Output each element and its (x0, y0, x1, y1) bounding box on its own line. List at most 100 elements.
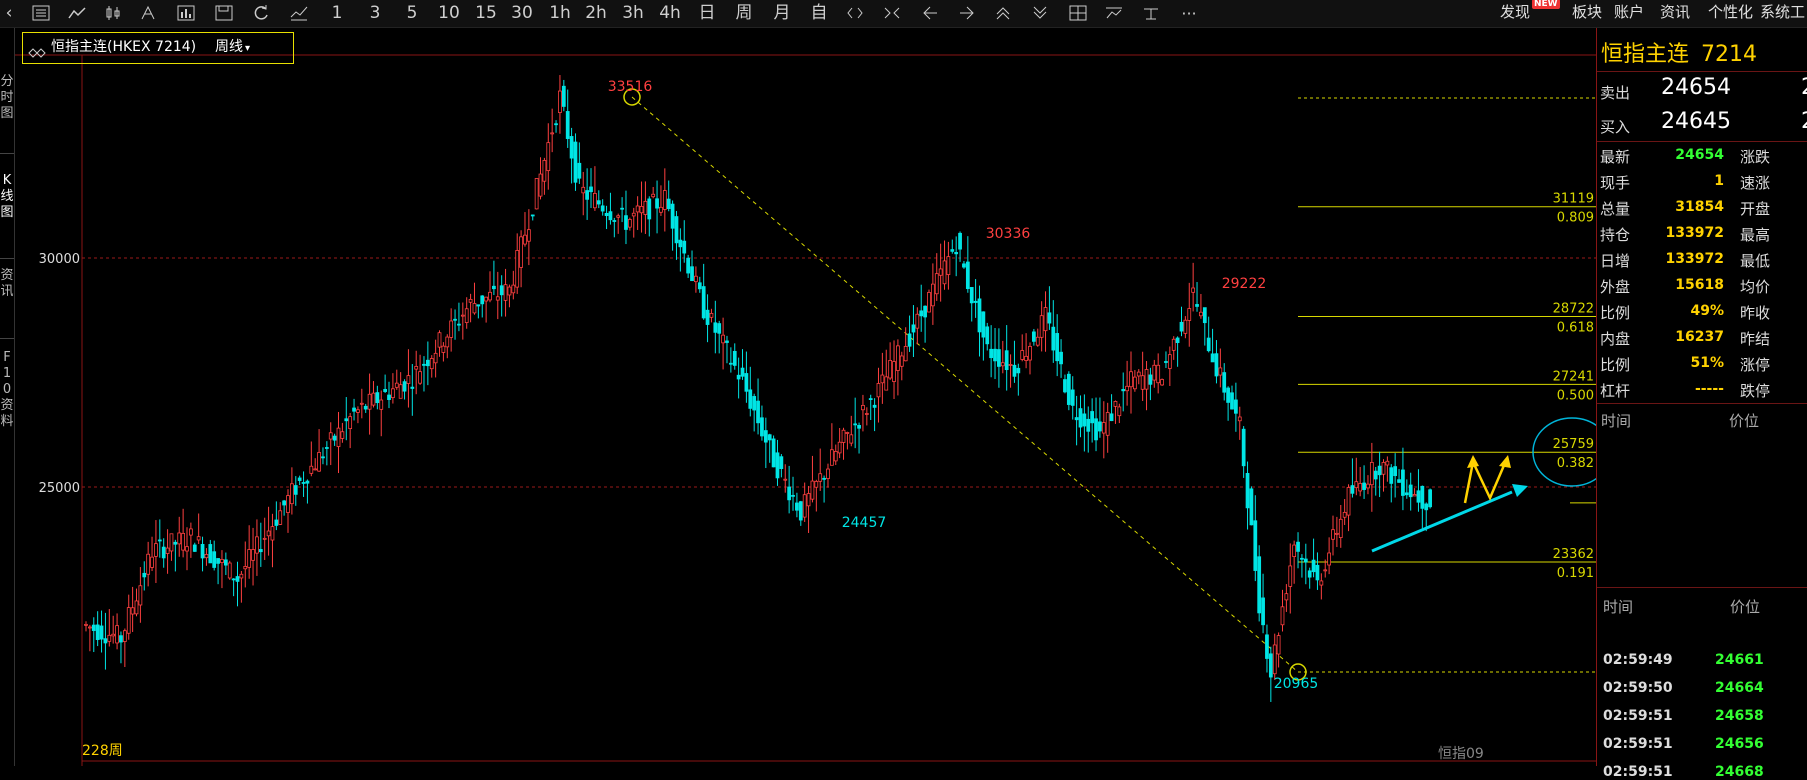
period-3[interactable]: 3 (365, 0, 385, 27)
candle-body (391, 388, 395, 399)
candle-body (130, 607, 135, 615)
candle-body (1420, 485, 1425, 509)
line-chart-icon[interactable] (68, 5, 86, 21)
layout-icon[interactable] (1069, 5, 1087, 21)
candle-body (99, 625, 104, 640)
candle-body (1350, 485, 1355, 494)
chart-title-box[interactable]: 恒指主连(HKEX 7214) 周线 ▾ (22, 32, 294, 64)
expand-icon[interactable] (846, 5, 864, 21)
period-month[interactable]: 月 (771, 0, 793, 27)
candle-body (542, 160, 547, 182)
candle-icon[interactable] (104, 5, 122, 21)
candle-body (810, 480, 815, 500)
menu-news[interactable]: 资讯 (1660, 0, 1690, 27)
period-selector[interactable]: 周线 ▾ (215, 33, 250, 63)
candle-body (771, 438, 776, 468)
period-1h[interactable]: 1h (547, 0, 573, 27)
scroll-left-icon[interactable] (921, 5, 939, 21)
candle-body (678, 239, 683, 248)
zoom-in-icon[interactable] (994, 5, 1012, 21)
candle-body (422, 363, 426, 366)
kline-chart-area[interactable]: 30000 25000 31119 0.809 28722 0.618 27241 0.5… (15, 28, 1600, 766)
left-tab-bar: 分时图 K线图 资讯 F10资料 (0, 28, 15, 766)
candle-body (1148, 374, 1153, 385)
period-2h[interactable]: 2h (583, 0, 609, 27)
candle-body (371, 392, 376, 406)
candle-body (876, 383, 881, 398)
back-arrow-icon[interactable]: ‹ (2, 0, 16, 27)
shrink-icon[interactable] (883, 5, 901, 21)
menu-personalize[interactable]: 个性化 (1708, 0, 1753, 27)
watermark-label: 恒指09 (1438, 746, 1484, 762)
period-custom[interactable]: 自 (808, 0, 830, 27)
bid-label: 买入 (1600, 118, 1631, 136)
period-30[interactable]: 30 (509, 0, 535, 27)
candle-body (616, 215, 621, 218)
indicator-icon[interactable] (177, 5, 195, 21)
list-icon[interactable] (32, 5, 50, 21)
tab-news[interactable]: 资讯 (0, 268, 14, 300)
candle-body (394, 382, 399, 388)
tab-divider (0, 258, 14, 259)
menu-sector[interactable]: 板块 (1572, 0, 1602, 27)
candle-body (515, 250, 520, 288)
drawing-tools-icon[interactable] (1105, 5, 1123, 21)
more-icon[interactable]: ··· (1178, 0, 1200, 27)
candle-body (460, 314, 465, 317)
candle-body (841, 429, 846, 443)
candle-body (363, 405, 368, 410)
candle-body (802, 494, 807, 518)
candle-body (1206, 337, 1211, 352)
refresh-icon[interactable] (252, 5, 270, 21)
ask-volume: 2 (1801, 75, 1807, 100)
period-1[interactable]: 1 (327, 0, 347, 27)
tick-price: 24664 (1715, 680, 1764, 696)
menu-discover[interactable]: 发现 (1500, 0, 1530, 27)
kline-chart[interactable]: 30000 25000 31119 0.809 28722 0.618 27241 0.5… (15, 28, 1600, 766)
candle-body (888, 360, 893, 379)
menu-system[interactable]: 系统工 (1760, 0, 1807, 27)
tick-time: 02:59:51 (1603, 736, 1673, 752)
draw-icon[interactable] (140, 5, 158, 21)
fib-ratio-label: 0.382 (1557, 456, 1594, 471)
period-10[interactable]: 10 (436, 0, 462, 27)
candle-body (1331, 529, 1335, 540)
candle-body (317, 452, 321, 472)
tick-time: 02:59:50 (1603, 680, 1673, 696)
candle-body (736, 374, 741, 380)
tab-f10[interactable]: F10资料 (0, 350, 14, 430)
candle-body (919, 310, 924, 317)
tab-kline[interactable]: K线图 (0, 173, 14, 221)
candle-body (359, 402, 364, 405)
period-15[interactable]: 15 (473, 0, 499, 27)
candle-body (1028, 345, 1032, 361)
candle-body (1307, 570, 1312, 578)
quote-row: 持仓 133972 最高 (1597, 220, 1807, 246)
period-5[interactable]: 5 (402, 0, 422, 27)
zoom-out-icon[interactable] (1031, 5, 1049, 21)
candle-body (818, 473, 823, 482)
tab-kline-label: K线图 (0, 173, 14, 220)
candle-body (488, 291, 492, 301)
period-week[interactable]: 周 (733, 0, 755, 27)
scroll-right-icon[interactable] (958, 5, 976, 21)
period-4h[interactable]: 4h (657, 0, 683, 27)
tab-timeshare[interactable]: 分时图 (0, 74, 14, 122)
candle-body (647, 198, 652, 220)
trend-icon[interactable] (290, 5, 308, 21)
candle-body (701, 286, 706, 319)
menu-account[interactable]: 账户 (1614, 0, 1644, 27)
quote-row: 外盘 15618 均价 (1597, 272, 1807, 298)
save-icon[interactable] (215, 5, 233, 21)
candle-body (1408, 484, 1413, 498)
settings-icon[interactable] (1142, 5, 1160, 21)
candle-body (169, 533, 174, 552)
candle-body (278, 510, 283, 525)
x-axis-period-label: 228周 (82, 743, 123, 759)
candle-body (732, 350, 737, 366)
candle-body (1245, 472, 1250, 509)
candle-body (783, 478, 788, 481)
period-day[interactable]: 日 (696, 0, 718, 27)
candle-body (1272, 644, 1277, 675)
period-3h[interactable]: 3h (620, 0, 646, 27)
